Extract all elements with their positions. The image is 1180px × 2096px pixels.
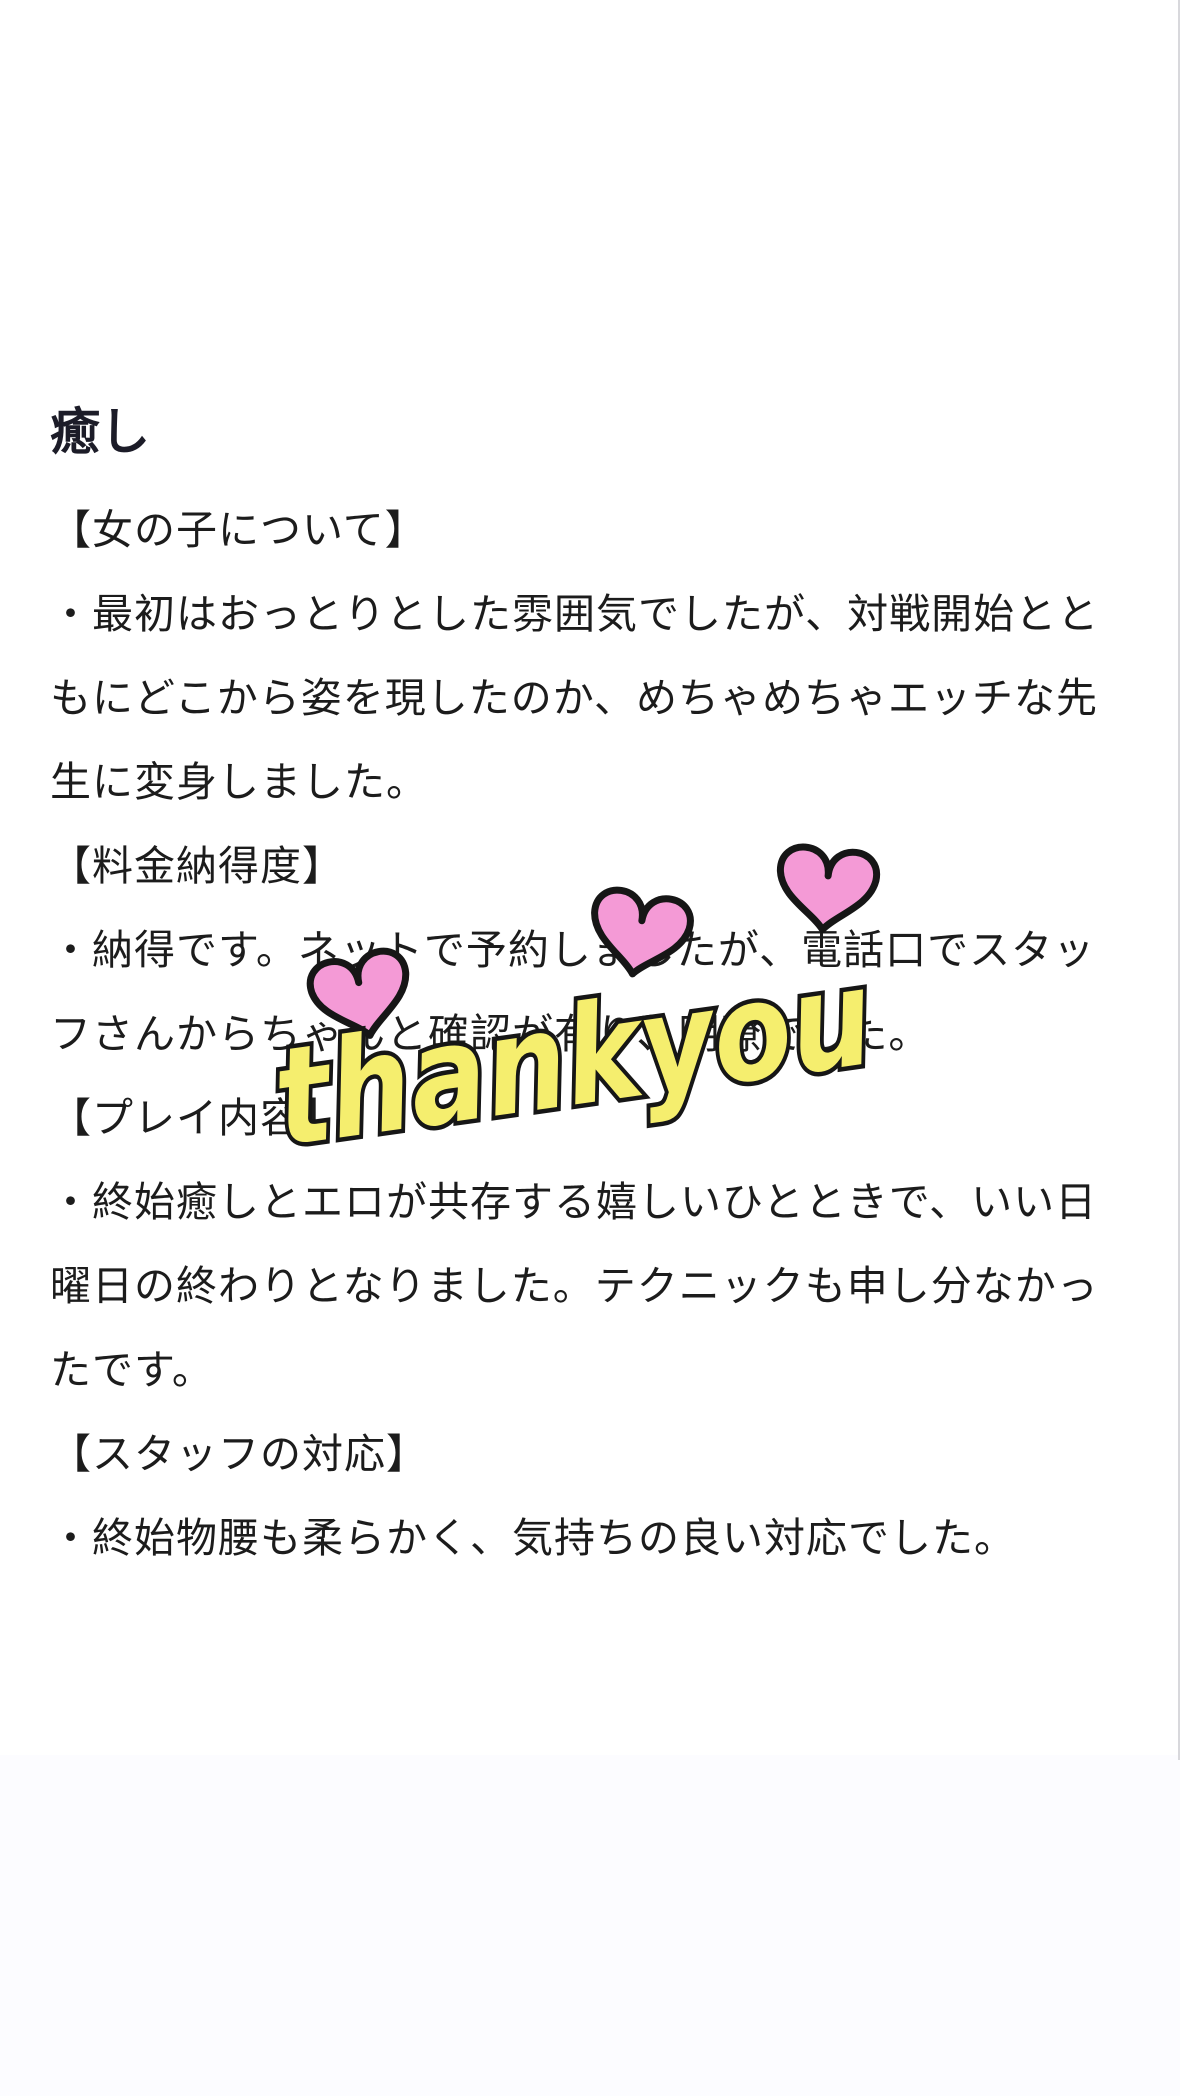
top-blank-area	[0, 0, 1180, 340]
bottom-blank-area	[0, 1755, 1180, 2096]
review-title: 癒し	[50, 403, 150, 461]
section-text-girl: ・最初はおっとりとした雰囲気でしたが、対戦開始とともにどこから姿を現したのか、め…	[50, 590, 1100, 806]
section-heading-staff: 【スタッフの対応】	[50, 1430, 428, 1478]
thankyou-sticker: thankyou	[270, 843, 886, 1180]
section-text-staff: ・終始物腰も柔らかく、気持ちの良い対応でした。	[50, 1514, 1016, 1562]
section-text-play: ・終始癒しとエロが共存する嬉しいひとときで、いい日曜日の終わりとなりました。テク…	[50, 1178, 1099, 1394]
heart-icon	[776, 843, 881, 934]
section-heading-girl: 【女の子について】	[50, 506, 427, 554]
